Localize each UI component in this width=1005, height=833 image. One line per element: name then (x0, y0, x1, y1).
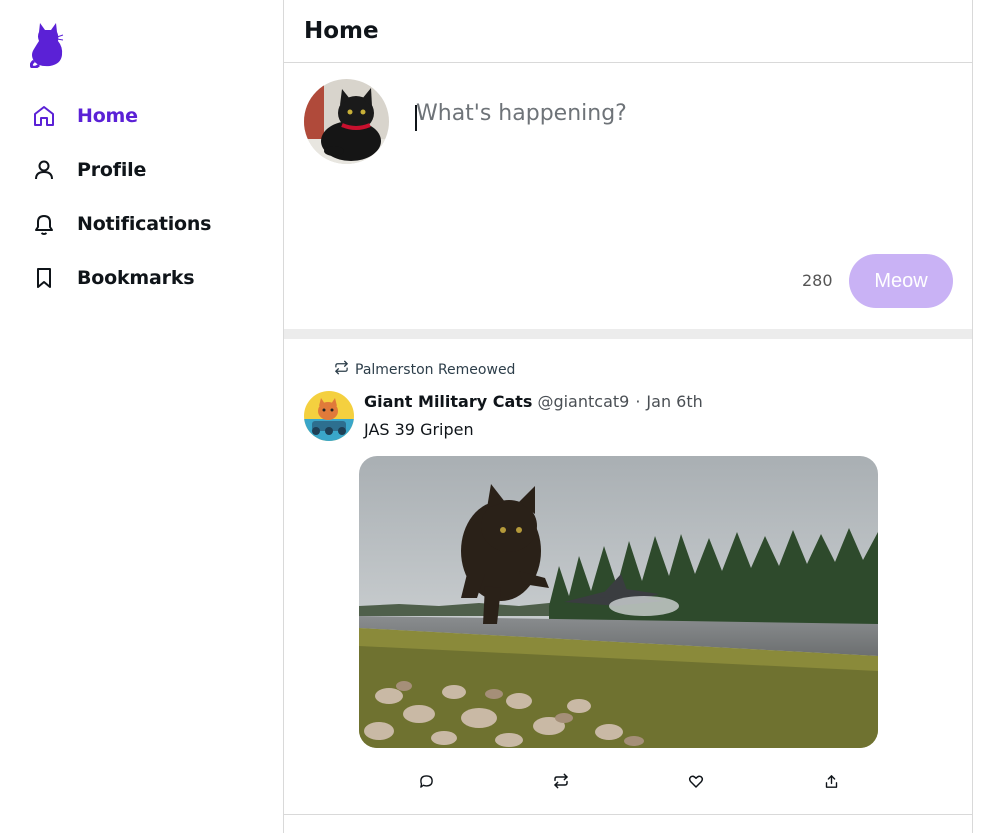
author-handle[interactable]: @giantcat9 (537, 392, 629, 411)
tweet-image[interactable] (359, 456, 878, 748)
remeow-icon[interactable] (549, 769, 573, 793)
page-title: Home (304, 18, 379, 44)
tweet-text: JAS 39 Gripen (364, 420, 474, 439)
tweet-header: Giant Military Cats @giantcat9 · Jan 6th (364, 392, 703, 411)
char-counter: 280 (802, 271, 833, 290)
sidebar: Home Profile Notifications Bookmarks (0, 0, 283, 833)
bookmark-icon (30, 264, 58, 292)
sidebar-item-notifications[interactable]: Notifications (30, 204, 211, 244)
cat-logo-icon[interactable] (29, 20, 64, 69)
compose-input[interactable] (416, 101, 936, 126)
header-separator: · (635, 392, 641, 411)
sidebar-item-home[interactable]: Home (30, 96, 138, 136)
tweet-actions (364, 769, 884, 793)
remeow-indicator: Palmerston Remeowed (334, 360, 515, 379)
section-divider (284, 329, 972, 339)
share-icon[interactable] (819, 769, 843, 793)
author-name[interactable]: Giant Military Cats (364, 392, 532, 411)
sidebar-item-label: Notifications (77, 213, 212, 235)
sidebar-item-label: Bookmarks (77, 267, 195, 289)
remeow-small-icon (334, 360, 349, 379)
page-header: Home (284, 0, 972, 63)
sidebar-item-profile[interactable]: Profile (30, 150, 146, 190)
author-avatar[interactable] (304, 391, 354, 441)
feed-item[interactable]: Palmerston Remeowed Giant Military Cats … (284, 339, 972, 815)
composer: 280 Meow (284, 63, 972, 329)
bell-icon (30, 210, 58, 238)
sidebar-item-bookmarks[interactable]: Bookmarks (30, 258, 195, 298)
meow-button[interactable]: Meow (849, 254, 953, 308)
remeow-label: Palmerston Remeowed (355, 361, 516, 378)
home-icon (30, 102, 58, 130)
person-icon (30, 156, 58, 184)
sidebar-item-label: Profile (77, 159, 147, 181)
user-avatar[interactable] (304, 79, 389, 164)
sidebar-item-label: Home (77, 105, 138, 127)
like-icon[interactable] (684, 769, 708, 793)
main-feed: Home 280 Meow (283, 0, 973, 833)
reply-icon[interactable] (414, 769, 438, 793)
tweet-date[interactable]: Jan 6th (646, 392, 702, 411)
